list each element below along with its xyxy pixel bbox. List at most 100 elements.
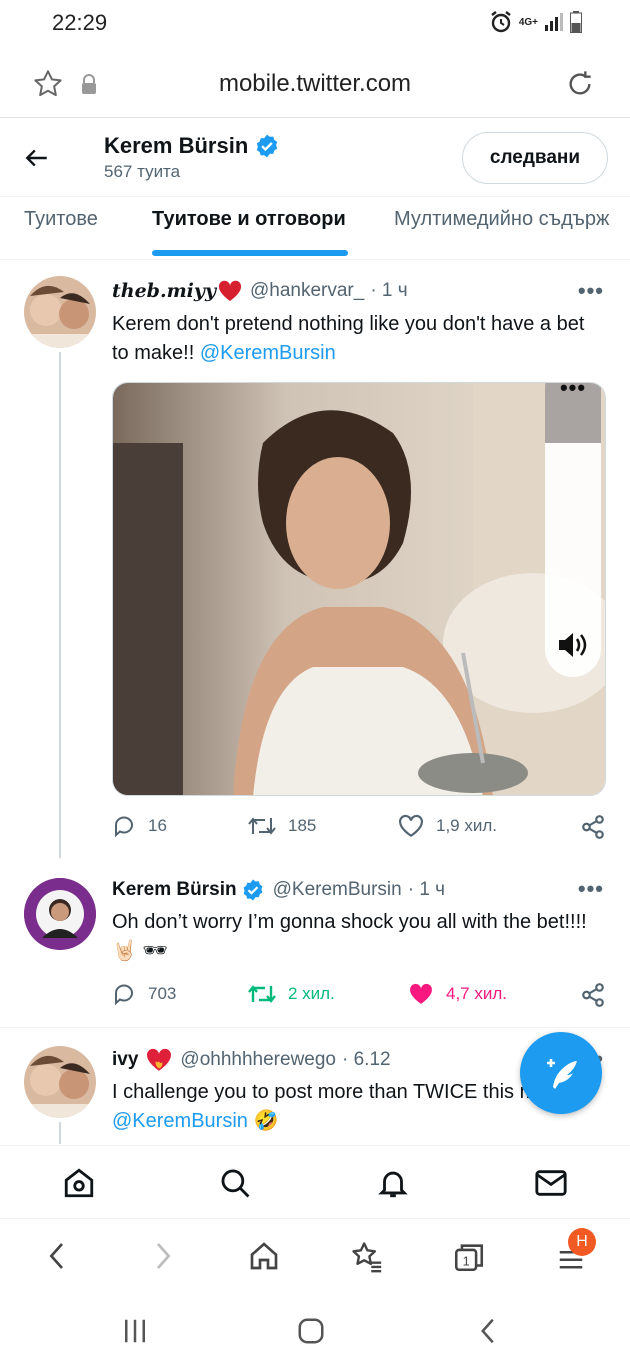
status-bar: 22:29 4G+ [0,0,630,50]
avatar[interactable] [24,878,96,950]
search-icon[interactable] [218,1166,252,1200]
tweet-count: 567 туита [104,162,181,181]
more-options-icon[interactable]: ••• [578,876,604,902]
like-count: 4,7 хил. [446,984,507,1003]
tweet-time[interactable]: · 6.12 [342,1049,391,1071]
tweet-text: Oh don’t worry I’m gonna shock you all w… [112,911,587,962]
system-back-icon[interactable] [474,1316,504,1346]
tweet-header: ivy @ohhhhherewego · 6.12 [112,1048,391,1072]
reply-count: 703 [148,984,177,1003]
compose-tweet-button[interactable] [520,1032,602,1114]
profile-header: Kerem Bürsin 567 туита следвани [0,119,630,197]
status-time: 22:29 [52,10,108,35]
reply-button[interactable]: 703 [112,982,176,1006]
tweet[interactable]: theb.miyy @hankervar_ · 1 ч ••• Kerem do… [0,260,630,858]
reply-icon [115,984,133,1006]
retweet-count: 185 [288,816,317,835]
browser-toolbar: 1 [0,1222,630,1292]
mention-link[interactable]: @KeremBursin [200,342,336,364]
tweet-actions: 16 185 1,9 хил. [112,814,610,844]
retweet-button-active[interactable]: 2 хил. [248,982,335,1006]
tweet-text-body: Kerem don't pretend nothing like you don… [112,313,585,364]
reload-icon[interactable] [564,68,596,100]
tweet-video[interactable]: ••• [112,382,606,796]
more-options-icon[interactable]: ••• [578,278,604,304]
system-nav-bar [0,1296,630,1365]
reply-count: 16 [148,816,167,835]
tweet-text-body: I challenge you to post more than TWICE … [112,1081,576,1103]
tabs-icon[interactable]: 1 [452,1240,486,1274]
tab-tweets[interactable]: Туитове [24,208,98,231]
retweet-icon [248,817,276,835]
svg-text:1: 1 [463,1254,470,1269]
heart-icon [399,814,423,838]
mention-link[interactable]: @KeremBursin [112,1110,248,1132]
system-home-icon[interactable] [296,1316,326,1346]
bookmarks-icon[interactable] [350,1240,384,1274]
retweet-button[interactable]: 185 [248,814,316,838]
twitter-bottom-nav [0,1145,630,1219]
tab-media[interactable]: Мултимедийно съдърж [394,208,609,231]
browser-address-bar: mobile.twitter.com [0,54,630,118]
volume-icon[interactable] [557,631,589,659]
url-text[interactable]: mobile.twitter.com [0,70,630,98]
browser-forward-icon[interactable] [146,1240,178,1272]
battery-icon [570,11,582,33]
thread-line [59,352,61,858]
author-handle[interactable]: @ohhhhherewego [180,1049,336,1071]
like-count: 1,9 хил. [436,816,497,835]
network-type-label: 4G+ [518,16,538,28]
active-tab-indicator [152,250,348,256]
thread-line [59,1122,61,1144]
share-button[interactable] [580,814,606,840]
profile-tabs: Туитове Туитове и отговори Мултимедийно … [0,198,630,260]
author-name[interactable]: theb.miyy [112,280,216,302]
profile-name: Kerem Bürsin [104,133,249,158]
tweet-text: Kerem don't pretend nothing like you don… [112,310,602,368]
retweet-count: 2 хил. [288,984,335,1003]
like-button-active[interactable]: 4,7 хил. [408,982,507,1006]
avatar[interactable] [24,276,96,348]
notifications-bell-icon[interactable] [376,1166,410,1200]
video-more-icon[interactable]: ••• [545,383,601,401]
rofl-emoji: 🤣 [253,1110,279,1132]
following-button[interactable]: следвани [462,132,608,184]
browser-back-icon[interactable] [42,1240,74,1272]
reply-button[interactable]: 16 [112,814,167,838]
back-arrow-icon[interactable] [24,145,50,171]
heart-on-fire-icon [147,1048,172,1071]
messages-envelope-icon[interactable] [534,1166,568,1200]
red-heart-icon [218,280,242,301]
profile-name-row: Kerem Bürsin [104,133,280,159]
verified-badge-icon [243,879,263,901]
menu-notification-badge: H [568,1228,596,1256]
author-name[interactable]: ivy [112,1049,138,1071]
reply-icon [115,816,133,838]
author-handle[interactable]: @hankervar_ [250,280,364,302]
recent-apps-icon[interactable] [120,1316,150,1346]
compose-feather-icon [547,1059,577,1089]
share-icon [582,983,604,1007]
share-button[interactable] [580,982,606,1008]
tweet-header: theb.miyy @hankervar_ · 1 ч [112,280,408,302]
verified-badge-icon [257,134,278,158]
alarm-icon [491,11,511,33]
video-controls[interactable]: ••• [545,383,601,677]
avatar[interactable] [24,1046,96,1118]
tweet[interactable]: Kerem Bürsin @KeremBursin · 1 ч ••• Oh d… [0,858,630,1028]
home-icon[interactable] [62,1166,96,1200]
heart-filled-icon [410,983,432,1004]
tab-tweets-and-replies[interactable]: Туитове и отговори [152,208,346,231]
tweet-actions: 703 2 хил. 4,7 хил. [112,982,610,1012]
tweet-header: Kerem Bürsin @KeremBursin · 1 ч [112,878,445,902]
status-icons: 4G+ [489,10,582,34]
share-icon [582,815,604,839]
signal-icon [545,13,563,31]
tweet-time[interactable]: · 1 ч [370,280,407,302]
author-handle[interactable]: @KeremBursin [273,879,402,901]
retweet-icon [248,985,276,1003]
like-button[interactable]: 1,9 хил. [398,814,497,838]
tweet-time[interactable]: · 1 ч [408,879,445,901]
author-name[interactable]: Kerem Bürsin [112,879,237,901]
browser-home-icon[interactable] [248,1240,280,1272]
